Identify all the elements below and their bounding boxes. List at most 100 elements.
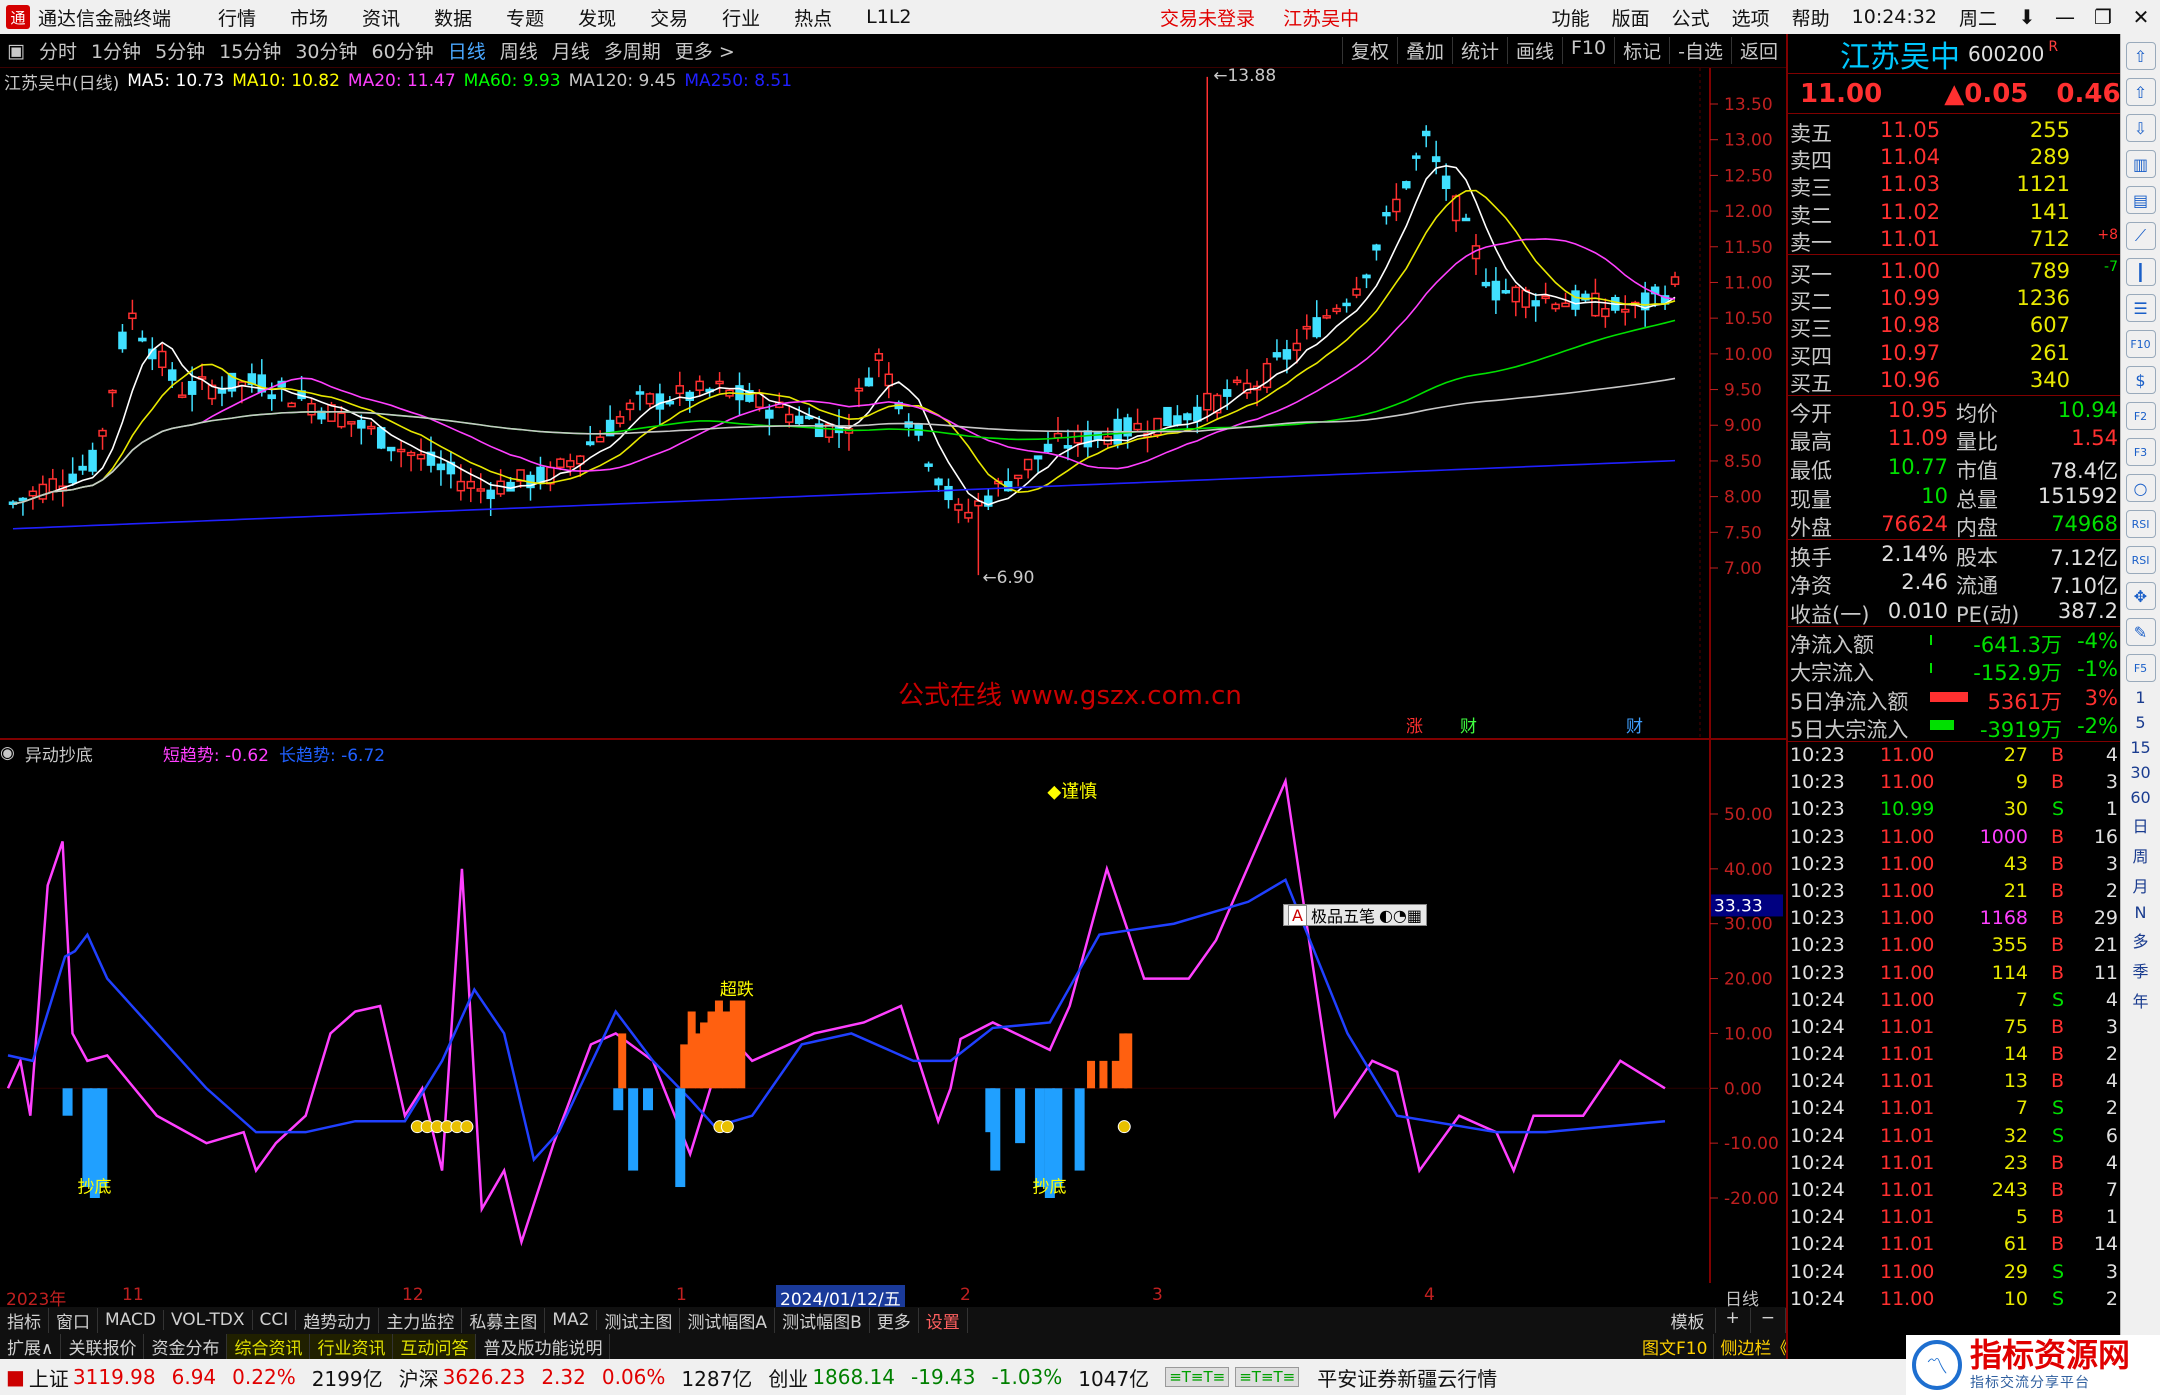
ask-row[interactable]: 卖二 11.02 141 <box>1788 198 2120 228</box>
tab-vol-tdx[interactable]: VOL-TDX <box>164 1310 253 1330</box>
move-icon[interactable]: ✥ <box>2125 582 2156 610</box>
period-shortcut[interactable]: 5 <box>2126 713 2156 732</box>
tab-general-news[interactable]: 综合资讯 <box>227 1333 311 1359</box>
bid-row[interactable]: 买三 10.98 607 <box>1788 311 2120 341</box>
ime-moon-icon[interactable]: ◐◔▦ <box>1379 906 1422 925</box>
period-shortcut[interactable]: 1 <box>2126 688 2156 707</box>
tab-qa[interactable]: 互动问答 <box>393 1333 477 1359</box>
tab-expand[interactable]: 扩展∧ <box>0 1333 62 1359</box>
sidebar-toggle-icon[interactable]: ▣ <box>0 40 32 62</box>
remove-pane-button[interactable]: − <box>1751 1307 1786 1333</box>
menu-options[interactable]: 选项 <box>1721 4 1781 31</box>
bid-row[interactable]: 买五 10.96 340 <box>1788 366 2120 396</box>
f5-icon[interactable]: F5 <box>2125 654 2156 682</box>
period-more[interactable]: 更多 > <box>668 37 742 64</box>
tab-settings[interactable]: 设置 <box>919 1307 968 1333</box>
tab-ma2[interactable]: MA2 <box>545 1310 598 1330</box>
period-shortcut[interactable]: N <box>2126 903 2156 922</box>
tab-macd[interactable]: MACD <box>98 1310 164 1330</box>
mark-button[interactable]: 标记 <box>1614 37 1669 64</box>
period-5min[interactable]: 5分钟 <box>148 37 212 64</box>
tick-list[interactable]: 10:23 11.00 27 B 4 10:23 11.00 9 B 3 10:23 10.99 30 S… <box>1788 742 2120 1313</box>
tab-related-quotes[interactable]: 关联报价 <box>61 1333 145 1359</box>
tab-indicator[interactable]: 指标 <box>0 1307 49 1333</box>
period-timeshare[interactable]: 分时 <box>32 37 84 64</box>
ask-row[interactable]: 卖五 11.05 255 <box>1788 116 2120 146</box>
ime-toolbar[interactable]: A 极品五笔 ◐◔▦ <box>1283 904 1428 926</box>
bid-row[interactable]: 买四 10.97 261 <box>1788 339 2120 369</box>
period-shortcut[interactable]: 多 <box>2126 928 2156 952</box>
period-daily[interactable]: 日线 <box>441 37 493 64</box>
menu-topics[interactable]: 专题 <box>489 4 561 31</box>
period-shortcut[interactable]: 15 <box>2126 738 2156 757</box>
bid-row[interactable]: 买二 10.99 1236 <box>1788 284 2120 314</box>
bid-row[interactable]: 买一 11.00 789 -7 <box>1788 257 2120 287</box>
period-60min[interactable]: 60分钟 <box>365 37 441 64</box>
menu-layout[interactable]: 版面 <box>1601 4 1661 31</box>
period-shortcut[interactable]: 季 <box>2126 958 2156 982</box>
chart-icon[interactable]: ▥ <box>2125 150 2156 178</box>
remove-watchlist-button[interactable]: -自选 <box>1669 37 1731 64</box>
rsi-icon[interactable]: RSI <box>2125 510 2156 538</box>
tab-industry-news[interactable]: 行业资讯 <box>310 1333 394 1359</box>
flow-icon[interactable]: $ <box>2125 366 2156 394</box>
tab-feature-help[interactable]: 普及版功能说明 <box>476 1333 611 1359</box>
ask-row[interactable]: 卖三 11.03 1121 <box>1788 170 2120 200</box>
period-monthly[interactable]: 月线 <box>545 37 597 64</box>
menu-quotes[interactable]: 行情 <box>201 4 273 31</box>
kline-icon[interactable]: ┃ <box>2125 258 2156 286</box>
template-button[interactable]: 模板 <box>1661 1307 1716 1333</box>
minimize-icon[interactable]: — <box>2046 5 2084 29</box>
tab-test-main[interactable]: 测试主图 <box>597 1307 681 1333</box>
tab-more[interactable]: 更多 <box>870 1307 919 1333</box>
trade-login-status[interactable]: 交易未登录 <box>1160 8 1255 30</box>
index-cy-name[interactable]: 创业 <box>768 1363 808 1392</box>
menu-market[interactable]: 市场 <box>273 4 345 31</box>
f10-button[interactable]: F10 <box>1562 37 1614 64</box>
menu-help[interactable]: 帮助 <box>1781 4 1841 31</box>
restore-icon[interactable]: ❐ <box>2084 5 2122 29</box>
period-weekly[interactable]: 周线 <box>493 37 545 64</box>
menu-l1l2[interactable]: L1L2 <box>849 6 928 28</box>
period-shortcut[interactable]: 60 <box>2126 788 2156 807</box>
f2-icon[interactable]: F2 <box>2125 402 2156 430</box>
menu-discover[interactable]: 发现 <box>561 4 633 31</box>
index-hs-name[interactable]: 沪深 <box>399 1363 439 1392</box>
download-icon[interactable]: ⬇ <box>2008 5 2046 29</box>
ask-row[interactable]: 卖四 11.04 289 <box>1788 143 2120 173</box>
chart-area[interactable]: 13.50 13.00 12.50 12.00 11.50 11.00 10.50 10.00… <box>0 68 1786 1283</box>
close-icon[interactable]: ✕ <box>2122 5 2160 29</box>
signal-indicator-icon[interactable]: ≡T≡T≡ <box>1165 1367 1230 1387</box>
table-icon[interactable]: ▤ <box>2125 186 2156 214</box>
tab-private-main[interactable]: 私募主图 <box>462 1307 546 1333</box>
tab-test-sub-b[interactable]: 测试幅图B <box>775 1307 870 1333</box>
period-shortcut[interactable]: 周 <box>2126 843 2156 867</box>
menu-hot[interactable]: 热点 <box>777 4 849 31</box>
overlay-button[interactable]: 叠加 <box>1396 37 1452 64</box>
add-pane-button[interactable]: + <box>1716 1307 1751 1333</box>
period-shortcut[interactable]: 年 <box>2126 988 2156 1012</box>
ime-a-icon[interactable]: A <box>1288 904 1307 926</box>
index-sh-name[interactable]: 上证 <box>29 1363 69 1392</box>
period-15min[interactable]: 15分钟 <box>212 37 288 64</box>
rsi-icon[interactable]: RSI <box>2125 546 2156 574</box>
period-shortcut[interactable]: 30 <box>2126 763 2156 782</box>
up-arrow-icon[interactable]: ⇧ <box>2125 78 2156 106</box>
tab-sidebar[interactable]: 侧边栏《 <box>1714 1334 1786 1359</box>
tab-test-sub-a[interactable]: 测试幅图A <box>680 1307 776 1333</box>
stats-button[interactable]: 统计 <box>1451 37 1507 64</box>
menu-industry[interactable]: 行业 <box>705 4 777 31</box>
menu-news[interactable]: 资讯 <box>345 4 417 31</box>
menu-data[interactable]: 数据 <box>417 4 489 31</box>
tab-main-monitor[interactable]: 主力监控 <box>379 1307 463 1333</box>
indicator-collapse-icon[interactable]: ◉ <box>0 743 15 763</box>
draw-button[interactable]: 画线 <box>1506 37 1562 64</box>
adjust-button[interactable]: 复权 <box>1341 37 1397 64</box>
up-arrow-icon[interactable]: ⇧ <box>2125 42 2156 70</box>
tab-cci[interactable]: CCI <box>253 1310 297 1330</box>
menu-trade[interactable]: 交易 <box>633 4 705 31</box>
period-1min[interactable]: 1分钟 <box>84 37 148 64</box>
pen-icon[interactable]: ✎ <box>2125 618 2156 646</box>
tab-capital-dist[interactable]: 资金分布 <box>144 1333 228 1359</box>
back-button[interactable]: 返回 <box>1730 37 1786 64</box>
